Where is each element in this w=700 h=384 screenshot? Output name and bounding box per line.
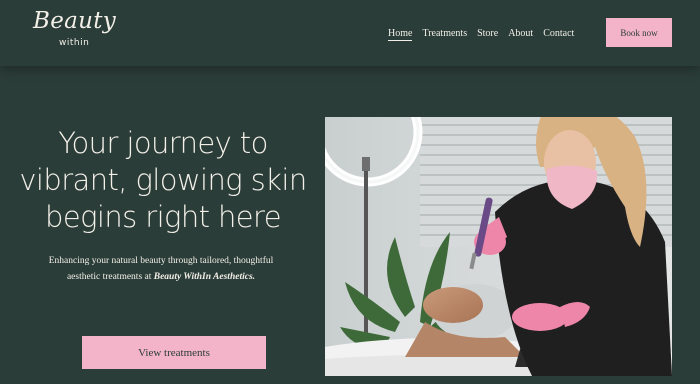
book-now-button[interactable]: Book now <box>606 18 672 47</box>
site-header: Beauty within Home Treatments Store Abou… <box>0 0 700 66</box>
hero-title: Your journey to vibrant, glowing skin be… <box>18 125 308 236</box>
logo-sub-text: within <box>59 38 90 48</box>
view-treatments-button[interactable]: View treatments <box>82 336 266 369</box>
hero-subtitle-line2: aesthetic treatments at <box>66 272 154 282</box>
nav-item-home[interactable]: Home <box>388 27 413 41</box>
nav-item-treatments[interactable]: Treatments <box>422 27 467 41</box>
nav-item-store[interactable]: Store <box>477 27 498 41</box>
hero-subtitle-line1: Enhancing your natural beauty through ta… <box>48 256 274 266</box>
main-nav: Home Treatments Store About Contact <box>388 27 584 41</box>
nav-item-contact[interactable]: Contact <box>543 27 574 41</box>
hero-subtitle: Enhancing your natural beauty through ta… <box>26 253 296 285</box>
brand-logo[interactable]: Beauty within <box>33 8 117 56</box>
logo-script-text: Beauty <box>33 8 117 34</box>
treatment-photo <box>325 117 672 376</box>
hero-subtitle-brand: Beauty WithIn Aesthetics. <box>153 272 256 282</box>
nav-item-about[interactable]: About <box>508 27 533 41</box>
hero-title-line: begins right here <box>45 200 282 234</box>
hero-title-line: Your journey to <box>58 126 268 160</box>
hero-title-line: vibrant, glowing skin <box>19 163 307 197</box>
